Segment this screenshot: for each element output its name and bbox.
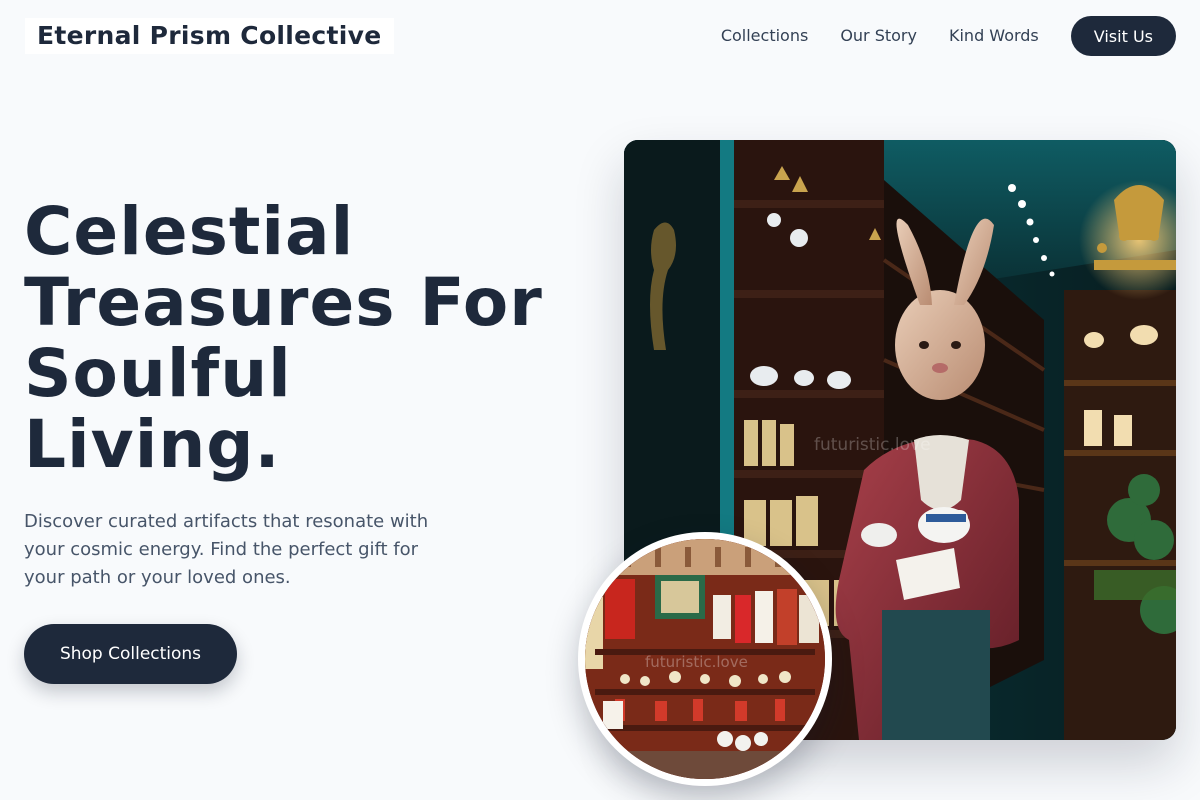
nav-link-kind-words[interactable]: Kind Words [949,16,1039,56]
landing-page: Eternal Prism Collective Collections Our… [0,0,1200,800]
brand-logo[interactable]: Eternal Prism Collective [25,18,394,54]
nav-link-our-story[interactable]: Our Story [840,16,917,56]
site-header: Eternal Prism Collective Collections Our… [0,0,1200,72]
market-stall-photo: futuristic.love [578,532,832,786]
hero-description: Discover curated artifacts that resonate… [24,511,429,588]
visit-us-button[interactable]: Visit Us [1070,16,1176,56]
main-nav: Collections Our Story Kind Words Visit U… [721,16,1176,56]
nav-link-collections[interactable]: Collections [721,16,808,56]
main-photo-watermark: futuristic.love [814,435,931,455]
shop-collections-button[interactable]: Shop Collections [24,624,237,684]
hero-title: Celestial Treasures For Soulful Living. [24,193,543,483]
circle-photo-watermark: futuristic.love [645,653,748,671]
market-stall-illustration: futuristic.love [585,539,825,779]
